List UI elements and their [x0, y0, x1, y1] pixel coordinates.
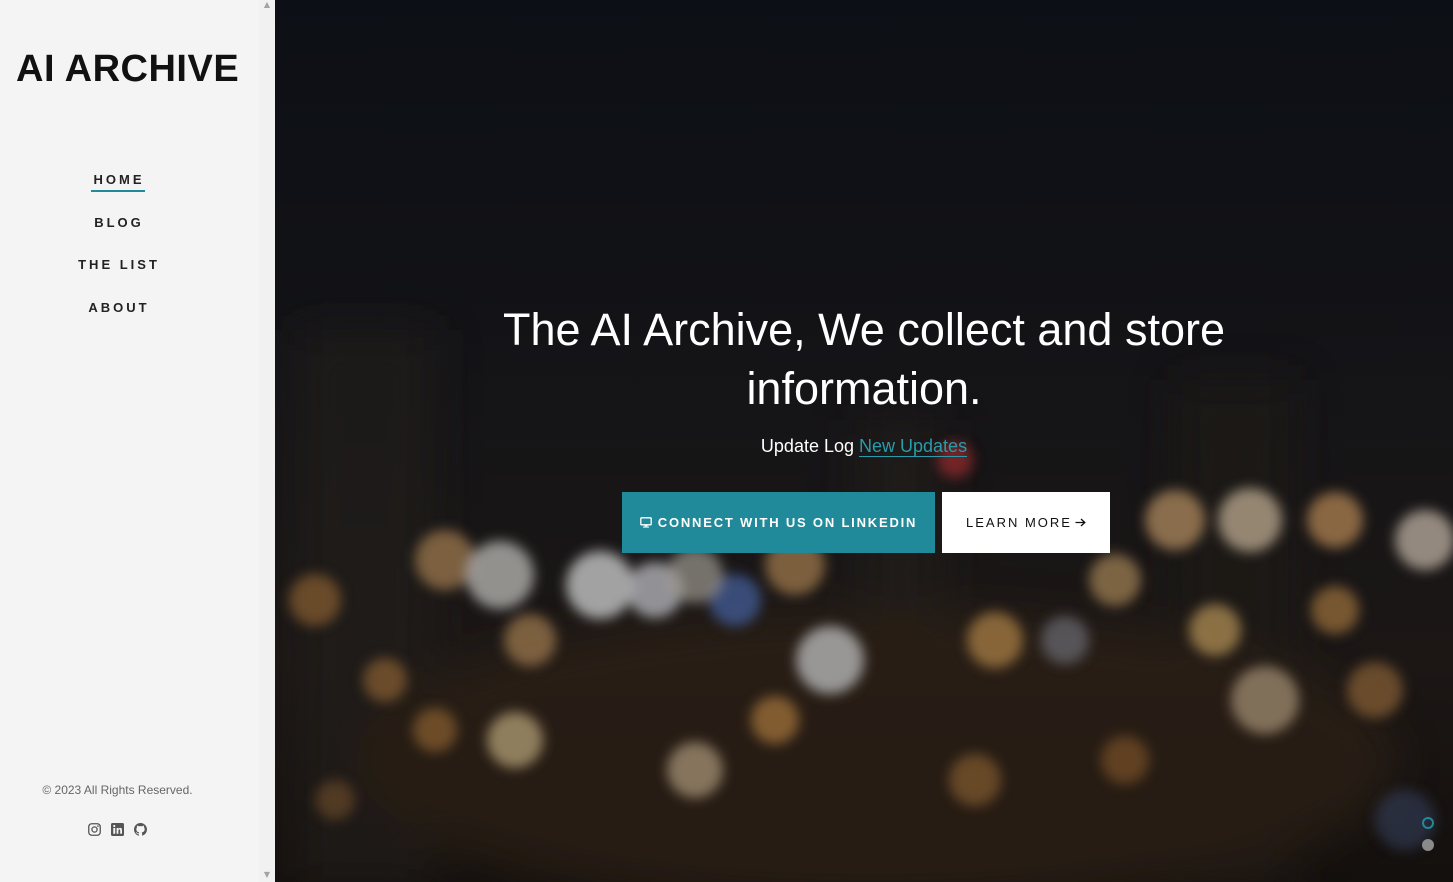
- nav-link-the-list[interactable]: THE LIST: [75, 253, 160, 275]
- copyright-text: © 2023 All Rights Reserved.: [42, 783, 193, 797]
- linkedin-icon[interactable]: [110, 822, 125, 837]
- new-updates-link[interactable]: New Updates: [859, 436, 968, 457]
- nav-item-the-list: THE LIST: [0, 253, 235, 296]
- social-links: [0, 822, 235, 837]
- connect-linkedin-button[interactable]: CONNECT WITH US ON LINKEDIN: [622, 492, 935, 553]
- connect-linkedin-label: CONNECT WITH US ON LINKEDIN: [657, 515, 918, 530]
- nav-link-blog[interactable]: BLOG: [91, 211, 144, 233]
- hero-section: The AI Archive, We collect and store inf…: [275, 0, 1453, 882]
- nav-link-home[interactable]: HOME: [90, 168, 145, 192]
- learn-more-label: LEARN MORE: [966, 515, 1072, 530]
- update-log-line: Update Log New Updates: [464, 436, 1264, 457]
- learn-more-button[interactable]: LEARN MORE: [942, 492, 1110, 553]
- scroll-down-arrow-icon[interactable]: ▼: [259, 868, 275, 880]
- arrow-right-icon: [1075, 518, 1086, 527]
- monitor-icon: [639, 517, 652, 528]
- sidebar-scrollbar[interactable]: ▲ ▼: [259, 0, 275, 882]
- scroll-up-arrow-icon[interactable]: ▲: [259, 0, 275, 10]
- sidebar: AI ARCHIVE HOME BLOG THE LIST ABOUT © 20…: [0, 0, 259, 882]
- nav-item-home: HOME: [0, 168, 235, 211]
- app: AI ARCHIVE HOME BLOG THE LIST ABOUT © 20…: [0, 0, 1453, 882]
- hero-title: The AI Archive, We collect and store inf…: [502, 304, 1226, 414]
- slide-dot-2[interactable]: [1422, 839, 1434, 851]
- github-icon[interactable]: [133, 822, 148, 837]
- nav-link-about[interactable]: ABOUT: [85, 296, 149, 318]
- slide-indicator: [1422, 817, 1436, 861]
- main-nav: HOME BLOG THE LIST ABOUT: [0, 168, 235, 338]
- instagram-icon[interactable]: [87, 822, 102, 837]
- update-log-label: Update Log: [760, 436, 854, 456]
- nav-item-blog: BLOG: [0, 211, 235, 254]
- site-logo[interactable]: AI ARCHIVE: [16, 48, 239, 91]
- nav-item-about: ABOUT: [0, 296, 235, 339]
- slide-dot-1[interactable]: [1422, 817, 1434, 829]
